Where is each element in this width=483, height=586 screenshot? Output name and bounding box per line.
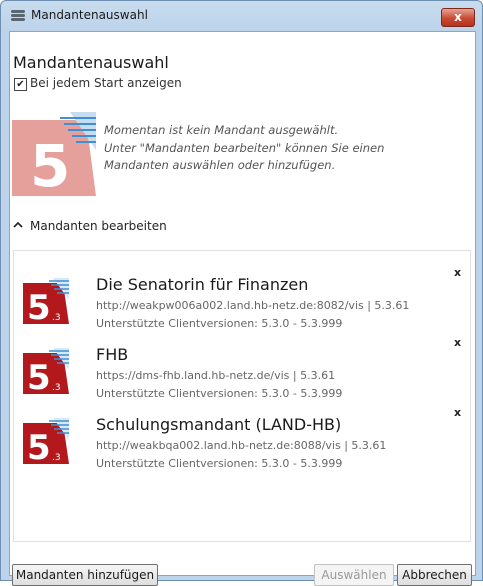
close-button[interactable]: x bbox=[441, 8, 475, 27]
mandant-url: https://dms-fhb.land.hb-netz.de/vis | 5.… bbox=[96, 369, 336, 382]
show-on-start-label: Bei jedem Start anzeigen bbox=[30, 76, 182, 90]
list-item[interactable]: 5 .3 FHB https://dms-fhb.land.hb-netz.de… bbox=[14, 336, 470, 415]
info-line: Unter "Mandanten bearbeiten" können Sie … bbox=[104, 140, 385, 155]
info-message: Momentan ist kein Mandant ausgewählt. Un… bbox=[104, 122, 464, 175]
window-title: Mandantenauswahl bbox=[31, 8, 148, 22]
add-mandant-button[interactable]: Mandanten hinzufügen bbox=[12, 564, 158, 586]
remove-mandant-button[interactable]: x bbox=[454, 336, 461, 349]
mandant-versions: Unterstützte Clientversionen: 5.3.0 - 5.… bbox=[96, 387, 343, 400]
product-logo-icon: 5 .3 bbox=[23, 348, 69, 394]
remove-mandant-button[interactable]: x bbox=[454, 266, 461, 279]
mandant-url: http://weakpw006a002.land.hb-netz.de:808… bbox=[96, 299, 410, 312]
mandant-url: http://weakbqa002.land.hb-netz.de:8088/v… bbox=[96, 439, 387, 452]
svg-text:5: 5 bbox=[27, 428, 51, 464]
mandant-name: Schulungsmandant (LAND-HB) bbox=[96, 415, 342, 434]
svg-text:5: 5 bbox=[27, 358, 51, 394]
mandant-name: Die Senatorin für Finanzen bbox=[96, 275, 309, 294]
info-line: Momentan ist kein Mandant ausgewählt. bbox=[104, 123, 339, 137]
product-logo-icon: 5 .3 bbox=[23, 278, 69, 324]
app-logo-icon: 5 bbox=[12, 112, 96, 196]
dialog-content: Mandantenauswahl ✔ Bei jedem Start anzei… bbox=[9, 31, 476, 586]
list-item[interactable]: 5 .3 Schulungsmandant (LAND-HB) http://w… bbox=[14, 406, 470, 485]
svg-text:.3: .3 bbox=[52, 453, 61, 463]
remove-mandant-button[interactable]: x bbox=[454, 406, 461, 419]
chevron-up-icon bbox=[13, 221, 23, 228]
dialog-window: Mandantenauswahl x Mandantenauswahl ✔ Be… bbox=[0, 0, 483, 586]
title-bar[interactable]: Mandantenauswahl x bbox=[1, 1, 482, 31]
show-on-start-checkbox[interactable]: ✔ bbox=[14, 78, 27, 91]
page-title: Mandantenauswahl bbox=[13, 53, 169, 72]
info-line: Mandanten auswählen oder hinzufügen. bbox=[104, 158, 336, 172]
mandant-name: FHB bbox=[96, 345, 129, 364]
list-item[interactable]: 5 .3 Die Senatorin für Finanzen http://w… bbox=[14, 266, 470, 345]
mandant-versions: Unterstützte Clientversionen: 5.3.0 - 5.… bbox=[96, 317, 343, 330]
svg-text:.3: .3 bbox=[52, 383, 61, 393]
database-icon bbox=[11, 10, 25, 22]
svg-text:5: 5 bbox=[27, 288, 51, 324]
expander-label: Mandanten bearbeiten bbox=[30, 219, 167, 233]
select-button[interactable]: Auswählen bbox=[314, 564, 394, 586]
mandant-versions: Unterstützte Clientversionen: 5.3.0 - 5.… bbox=[96, 457, 343, 470]
svg-text:.3: .3 bbox=[52, 313, 61, 323]
product-logo-icon: 5 .3 bbox=[23, 418, 69, 464]
cancel-button[interactable]: Abbrechen bbox=[397, 564, 472, 586]
info-logo-digit: 5 bbox=[30, 132, 70, 196]
mandanten-list: 5 .3 Die Senatorin für Finanzen http://w… bbox=[13, 250, 471, 542]
